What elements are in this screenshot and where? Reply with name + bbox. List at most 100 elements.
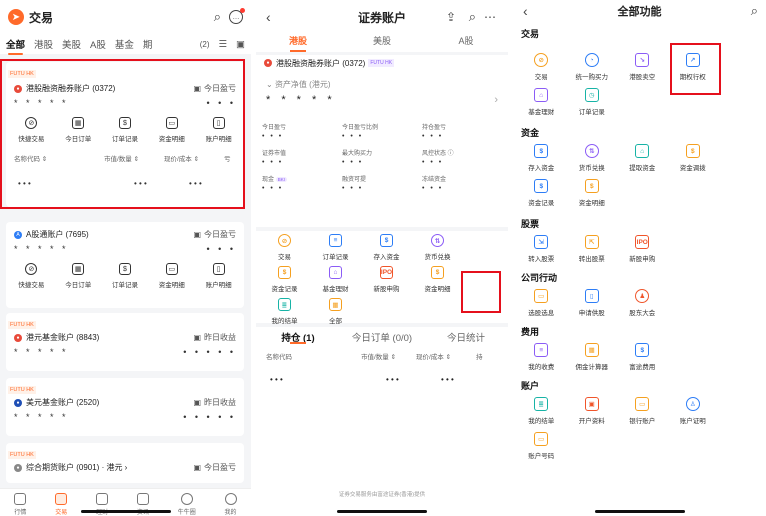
receipt-icon: $: [118, 263, 131, 275]
order-records-button[interactable]: ◷ 订单记录: [567, 84, 618, 119]
stock-functions: ⇲ 转入股票 ⇱ 转出股票 IPO 新股申购: [513, 231, 766, 266]
fee-functions: ≡ 我的收费 ▦ 佣金计算器 $ 富途费用: [513, 339, 766, 374]
cash-details-button[interactable]: $ 资金明细: [412, 263, 463, 295]
list-icon[interactable]: ☰: [218, 39, 227, 50]
account-card-hk-margin[interactable]: FUTU HK ● 港股融资融券账户 (0372) ▣ 今日盈亏 * * * * …: [6, 62, 244, 207]
more-icon[interactable]: ⋯: [484, 10, 496, 24]
trade-button[interactable]: ⊘ 交易: [516, 49, 567, 84]
my-fees-button[interactable]: ≡ 我的收费: [516, 339, 567, 374]
position-header: 名称代码 市值/数量 ⇕ 现价/成本 ⇕ 持: [266, 354, 483, 361]
fund-wealth-button[interactable]: ⌂ 基金理财: [516, 84, 567, 119]
cash-details-button[interactable]: $ 资金明细: [567, 175, 618, 210]
account-card-hkd-fund[interactable]: FUTU HK ● 港元基金账户 (8843) ▣ 昨日收益 * * * * * •…: [6, 313, 244, 371]
table-row[interactable]: • • • • • • • • •: [6, 163, 244, 188]
trade-button[interactable]: ⊘ 交易: [259, 231, 310, 263]
tab-positions[interactable]: 持仓 (1): [256, 330, 340, 344]
withdraw-button[interactable]: ⌂ 提取资金: [617, 140, 668, 175]
tab-us[interactable]: 美股: [340, 34, 424, 52]
tab-a[interactable]: A股: [424, 34, 508, 52]
account-details-button[interactable]: ▯ 账户明细: [197, 117, 241, 143]
short-sell-button[interactable]: ↘ 港股卖空: [617, 49, 668, 84]
order-records-button[interactable]: $ 订单记录: [103, 117, 147, 143]
nav-trade[interactable]: 交易: [55, 493, 67, 516]
fund-records-button[interactable]: $ 资金记录: [516, 175, 567, 210]
us-flag-icon: ●: [14, 398, 22, 407]
ipo-button[interactable]: IPO 新股申购: [617, 231, 668, 266]
chevron-right-icon[interactable]: ›: [494, 94, 498, 106]
account-card-a-share[interactable]: A A股通账户 (7695) ▣ 今日盈亏 * * * * * • • • ⊘ 快捷交…: [6, 222, 244, 308]
account-row[interactable]: ● 港股融资融券账户 (0372) FUTU HK: [256, 55, 508, 71]
quick-trade-button[interactable]: ⊘ 快捷交易: [9, 117, 53, 143]
bank-account-button[interactable]: ▭ 银行账户: [617, 393, 668, 428]
deposit-button[interactable]: $ 存入资金: [516, 140, 567, 175]
currency-exchange-button[interactable]: ⇅ 货币兑换: [412, 231, 463, 263]
nav-market[interactable]: 行情: [14, 493, 26, 516]
a-share-icon: A: [14, 230, 22, 239]
stats-grid: 今日盈亏 今日盈亏比例 持仓盈亏 • • • • • • • • • 证券市值 最大购买力…: [262, 125, 454, 192]
account-number-button[interactable]: ▭ 账户号码: [516, 428, 567, 463]
deposit-icon: $: [380, 234, 393, 247]
option-exercise-button[interactable]: ↗ 期权行权: [668, 49, 719, 84]
search-icon[interactable]: ⌕: [214, 9, 221, 25]
nav-me[interactable]: 我的: [224, 493, 237, 516]
my-statements-button[interactable]: ≣ 我的结单: [516, 393, 567, 428]
account-details-button[interactable]: ▯ 账户明细: [197, 263, 241, 289]
tab-today-orders[interactable]: 今日订单 (0/0): [340, 330, 424, 344]
back-icon[interactable]: ‹: [523, 3, 528, 19]
book-icon: ▯: [212, 263, 225, 275]
fund-wealth-button[interactable]: ⌂ 基金理财: [310, 263, 361, 295]
share-icon[interactable]: ⇪: [446, 10, 456, 24]
fund-records-button[interactable]: $ 资金记录: [259, 263, 310, 295]
order-records-button[interactable]: $ 订单记录: [103, 263, 147, 289]
tab-hk[interactable]: 港股: [256, 34, 340, 52]
unified-buying-power-button[interactable]: ◔ 统一购买力: [567, 49, 618, 84]
search-icon[interactable]: ⌕: [469, 9, 476, 25]
currency-exchange-button[interactable]: ⇅ 货币兑换: [567, 140, 618, 175]
back-icon[interactable]: ‹: [266, 9, 271, 25]
tab-fund[interactable]: 基金: [115, 37, 134, 51]
trade-functions: ⊘ 交易 ◔ 统一购买力 ↘ 港股卖空 ↗ 期权行权 ⌂ 基金理财 ◷ 订单记录: [513, 41, 766, 119]
my-statements-button[interactable]: ≣ 我的结单: [259, 295, 310, 327]
quick-trade-button[interactable]: ⊘ 快捷交易: [9, 263, 53, 289]
account-card-usd-fund[interactable]: FUTU HK ● 美元基金账户 (2520) ▣ 昨日收益 * * * * * •…: [6, 378, 244, 436]
account-proof-button[interactable]: ♙ 账户证明: [668, 393, 719, 428]
commission-calculator-button[interactable]: ▦ 佣金计算器: [567, 339, 618, 374]
all-functions-button[interactable]: ▦ 全部: [310, 295, 361, 327]
section-title-fees: 费用: [521, 327, 540, 337]
dividend-election-button[interactable]: ▭ 选股选息: [516, 285, 567, 320]
tab-futures[interactable]: 期: [143, 37, 153, 51]
corporate-functions: ▭ 选股选息 ▯ 申请供股 ♟ 股东大会: [513, 285, 766, 320]
rights-icon: ▯: [584, 289, 599, 303]
ipo-button[interactable]: IPO 新股申购: [361, 263, 412, 295]
masked-value: * * * * *: [14, 98, 69, 108]
hk-flag-icon: ●: [14, 333, 22, 342]
today-orders-button[interactable]: ▦ 今日订单: [56, 117, 100, 143]
positions-section: 持仓 (1) 今日订单 (0/0) 今日统计 名称代码 市值/数量 ⇕ 现价/成本 …: [256, 327, 508, 516]
account-info-button[interactable]: ▣ 开户资料: [567, 393, 618, 428]
transfer-in-stock-button[interactable]: ⇲ 转入股票: [516, 231, 567, 266]
transfer-out-stock-button[interactable]: ⇱ 转出股票: [567, 231, 618, 266]
shareholder-meeting-button[interactable]: ♟ 股东大会: [617, 285, 668, 320]
quick-actions: ⊘ 快捷交易 ▦ 今日订单 $ 订单记录 ▭ 资金明细 ▯ 账户明细: [6, 257, 244, 289]
search-icon[interactable]: ⌕: [751, 3, 758, 19]
cash-details-button[interactable]: ▭ 资金明细: [150, 263, 194, 289]
message-icon[interactable]: …: [229, 8, 245, 24]
order-records-button[interactable]: ≡ 订单记录: [310, 231, 361, 263]
tab-hk[interactable]: 港股: [34, 37, 53, 51]
cash-details-button[interactable]: ▭ 资金明细: [150, 117, 194, 143]
table-row[interactable]: • • • • • • • • •: [256, 361, 508, 384]
fund-transfer-button[interactable]: $ 资金调拨: [668, 140, 719, 175]
position-header: 名称代码 ⇕ 市值/数量 ⇕ 现价/成本 ⇕ 亏: [14, 156, 231, 163]
dividend-icon: ▭: [534, 289, 549, 303]
today-orders-button[interactable]: ▦ 今日订单: [56, 263, 100, 289]
rights-issue-button[interactable]: ▯ 申请供股: [567, 285, 618, 320]
nav-community[interactable]: 牛牛圈: [178, 493, 196, 516]
tab-all[interactable]: 全部: [6, 37, 25, 55]
account-card-futures[interactable]: FUTU HK ● 综合期货账户 (0901) · 港元 › ▣ 今日盈亏: [6, 443, 244, 483]
tab-us[interactable]: 美股: [62, 37, 81, 51]
layout-icon[interactable]: ▣: [236, 39, 245, 50]
tab-a[interactable]: A股: [90, 37, 106, 51]
futu-fees-button[interactable]: $ 富途费用: [617, 339, 668, 374]
deposit-button[interactable]: $ 存入资金: [361, 231, 412, 263]
tab-today-stats[interactable]: 今日统计: [424, 330, 508, 344]
